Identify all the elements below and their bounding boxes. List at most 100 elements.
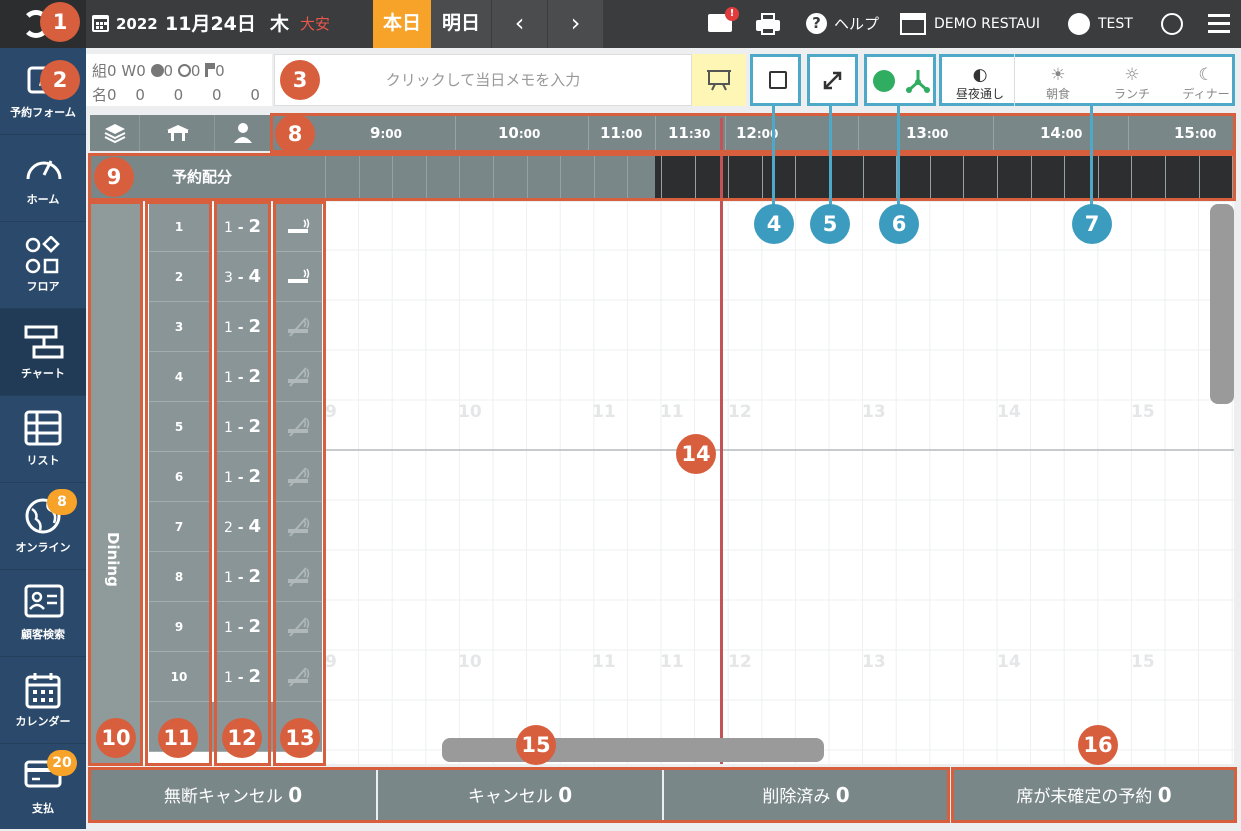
- callout-box-allocation: [88, 153, 1236, 201]
- globe-icon: [873, 70, 895, 92]
- sidebar-item-label: 予約フォーム: [10, 106, 76, 119]
- mode-lunch[interactable]: ☼ ランチ: [1102, 65, 1162, 102]
- sun-icon: ☼: [1124, 65, 1140, 85]
- grid-hour-label: 15: [1131, 652, 1155, 672]
- sidebar-item-label: カレンダー: [15, 715, 71, 728]
- menu-icon[interactable]: [1208, 14, 1230, 33]
- grid-hour-label: 14: [997, 402, 1021, 422]
- callout-connector: [897, 106, 900, 206]
- callout-connector: [1090, 106, 1093, 206]
- square-icon: [769, 71, 787, 89]
- sidebar-item-label: 支払: [32, 802, 54, 815]
- sidebar-item-online[interactable]: オンライン 8: [0, 483, 86, 570]
- toggle-view-button[interactable]: [750, 54, 801, 106]
- shapes-icon: [24, 235, 62, 274]
- vertical-scrollbar[interactable]: [1210, 204, 1234, 404]
- callout-12: 12: [222, 718, 262, 758]
- callout-connector: [829, 106, 832, 206]
- fullscreen-button[interactable]: [807, 54, 858, 106]
- grid-hour-label: 11: [592, 652, 616, 672]
- sidebar-item-customer-search[interactable]: 顧客検索: [0, 570, 86, 657]
- sidebar-item-payment[interactable]: 支払 20: [0, 744, 86, 831]
- store-icon: [900, 13, 926, 35]
- rokuyo-label: 大安: [300, 15, 331, 33]
- help-icon[interactable]: ?: [806, 13, 827, 34]
- callout-5: 5: [810, 204, 850, 244]
- calendar-icon: [24, 671, 62, 709]
- mode-label: ディナー: [1182, 87, 1230, 101]
- mode-dinner[interactable]: ☾ ディナー: [1176, 65, 1236, 102]
- horizontal-scrollbar[interactable]: [442, 738, 824, 762]
- chart-icon: [24, 323, 64, 359]
- tomorrow-button[interactable]: 明日: [431, 0, 491, 48]
- grid-hour-label: 11: [660, 402, 684, 422]
- grid-hour-label: 11: [592, 402, 616, 422]
- grid-lines[interactable]: [325, 202, 1234, 764]
- layers-icon[interactable]: [90, 115, 140, 151]
- reservation-counts: 組0 W0 0 0 0 名0 0 0 0 0: [86, 54, 272, 106]
- chevron-left-icon[interactable]: ‹: [491, 0, 547, 48]
- sidebar-item-calendar[interactable]: カレンダー: [0, 657, 86, 744]
- walkin-label: W: [121, 62, 137, 80]
- grid-hour-label: 9: [325, 652, 337, 672]
- people-label: 名: [92, 86, 108, 104]
- restaurant-name[interactable]: DEMO RESTAUI: [934, 0, 1040, 48]
- chair-mini-icon: [205, 63, 216, 77]
- grid-hour-label: 9: [325, 402, 337, 422]
- globe-icon[interactable]: [1161, 13, 1183, 35]
- online-people-count: 0: [173, 86, 184, 104]
- grid-hour-label: 11: [660, 652, 684, 672]
- sidebar-item-label: オンライン: [15, 541, 71, 554]
- table-icon[interactable]: [140, 115, 215, 151]
- print-icon[interactable]: [756, 13, 780, 35]
- date-day[interactable]: 11月24日: [165, 0, 256, 48]
- id-card-icon: [24, 584, 64, 620]
- callout-box-cancellations: [88, 767, 950, 823]
- callout-6: 6: [879, 204, 919, 244]
- half-circle-icon: ◐: [972, 65, 988, 85]
- online-count: 0: [163, 62, 174, 80]
- callout-13: 13: [280, 718, 320, 758]
- callout-4: 4: [754, 204, 794, 244]
- grid-hour-label: 13: [862, 652, 886, 672]
- sidebar-item-list[interactable]: リスト: [0, 396, 86, 483]
- user-name[interactable]: TEST: [1098, 0, 1133, 48]
- grid-hour-label: 15: [1131, 402, 1155, 422]
- sidebar-item-label: リスト: [26, 454, 60, 467]
- callout-7: 7: [1072, 204, 1112, 244]
- sidebar-item-chart[interactable]: チャート: [0, 309, 86, 396]
- callout-14: 14: [676, 434, 716, 474]
- sidebar-item-floor[interactable]: フロア: [0, 222, 86, 309]
- groups-count: 0: [107, 62, 117, 80]
- branch-icon: [906, 70, 930, 93]
- waiting-count: 0: [190, 62, 201, 80]
- sidebar-item-label: チャート: [21, 367, 65, 380]
- sidebar-item-home[interactable]: ホーム: [0, 135, 86, 222]
- mode-all-day[interactable]: ◐ 昼夜通し: [950, 65, 1010, 102]
- list-icon: [24, 410, 62, 446]
- daily-memo-input[interactable]: クリックして当日メモを入力: [274, 54, 692, 106]
- moon-icon: ☾: [1198, 65, 1214, 85]
- sidebar-item-label: ホーム: [26, 193, 60, 206]
- walkin-count: 0: [136, 62, 146, 80]
- calendar-icon: [92, 15, 109, 32]
- chevron-right-icon[interactable]: ›: [547, 0, 603, 48]
- grid-hour-label: 14: [997, 652, 1021, 672]
- callout-connector: [772, 106, 775, 206]
- help-link[interactable]: ヘルプ: [834, 0, 879, 48]
- mode-breakfast[interactable]: ☀ 朝食: [1028, 65, 1088, 102]
- today-button[interactable]: 本日: [373, 0, 431, 48]
- groups-label: 組: [92, 62, 108, 80]
- callout-9: 9: [94, 157, 134, 197]
- grid-hour-label: 10: [458, 652, 482, 672]
- expand-icon: [823, 71, 842, 90]
- date-weekday: 木: [270, 13, 290, 35]
- person-icon[interactable]: [215, 115, 272, 151]
- presentation-icon[interactable]: [692, 54, 746, 106]
- callout-8: 8: [275, 114, 315, 154]
- current-time-line: [720, 118, 723, 764]
- channel-filter-button[interactable]: [864, 54, 936, 106]
- seated-count: 0: [215, 62, 225, 80]
- mail-icon[interactable]: !: [708, 7, 739, 32]
- callout-box-area: [88, 201, 143, 766]
